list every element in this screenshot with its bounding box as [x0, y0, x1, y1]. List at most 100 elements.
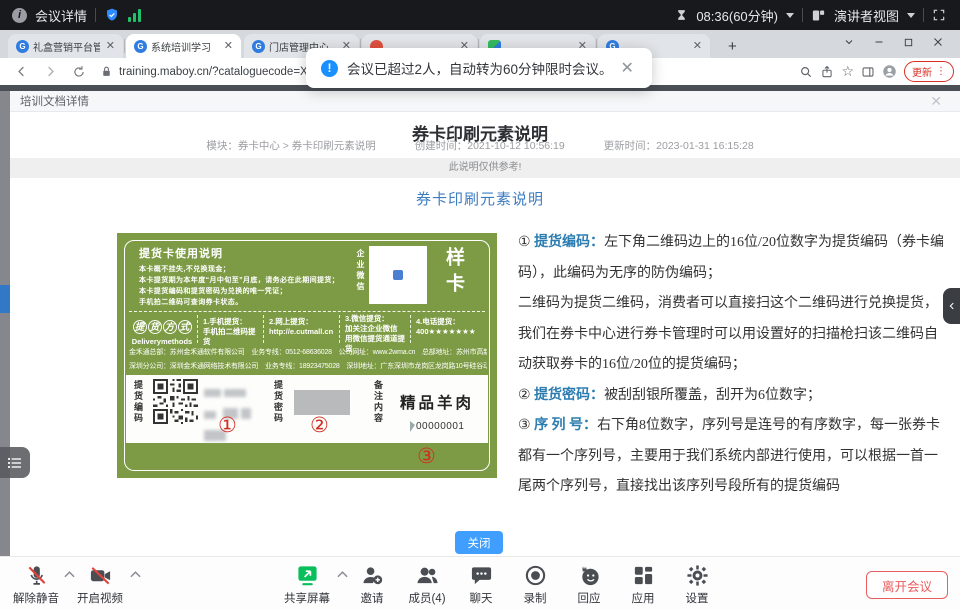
- pickup-qr-code: [153, 379, 198, 424]
- timer-dropdown-icon[interactable]: [786, 13, 794, 18]
- method-separator: [197, 315, 198, 343]
- tab-close-icon[interactable]: ✕: [104, 41, 117, 52]
- tab-favicon: G: [252, 40, 265, 53]
- explanation-text: ① 提货编码：左下角二维码边上的16位/20位数字为提货编码（券卡编码），此编码…: [518, 228, 948, 503]
- close-document-button[interactable]: 关闭: [455, 531, 503, 554]
- card-code-band: 提货编码 ① 提货密码 ② 备注内容 精品羊肉 00000001: [126, 375, 488, 443]
- view-mode-label[interactable]: 演讲者视图: [834, 6, 899, 25]
- pickup-code-label: 提货编码: [132, 380, 145, 424]
- members-icon: [416, 564, 439, 587]
- meeting-timer[interactable]: 08:36(60分钟): [696, 6, 778, 25]
- reaction-smiley-icon: [578, 564, 601, 587]
- note-content-label: 备注内容: [372, 380, 385, 424]
- explain-paragraph-2: 二维码为提货二维码，消费者可以直接扫这个二维码进行兑换提货，我们在券卡中心进行券…: [518, 289, 948, 381]
- tab-close-icon[interactable]: ✕: [691, 41, 704, 52]
- catalog-toggle-button[interactable]: [0, 447, 30, 478]
- tab-favicon: G: [134, 40, 147, 53]
- wechat-qr-code: [369, 246, 427, 304]
- apps-grid-icon: [632, 564, 655, 587]
- video-options-chevron[interactable]: [130, 571, 141, 578]
- back-icon[interactable]: [14, 64, 29, 79]
- tab-close-icon[interactable]: ✕: [222, 41, 235, 52]
- unmute-button[interactable]: 解除静音: [1, 564, 71, 606]
- cursor-icon: [410, 421, 415, 432]
- notification-info-icon: !: [321, 60, 338, 77]
- explain-paragraph-3: ② 提货密码：被刮刮银所覆盖，刮开为6位数字；: [518, 381, 948, 412]
- close-window-icon[interactable]: [932, 36, 944, 48]
- divider: [802, 8, 803, 22]
- chrome-update-button[interactable]: 更新⋮: [904, 61, 954, 82]
- update-dots-icon: ⋮: [936, 66, 946, 77]
- browser-tab-1[interactable]: G 礼盒营销平台管理中心 ✕: [8, 34, 123, 58]
- start-video-button[interactable]: 开启视频: [65, 564, 135, 606]
- window-controls: [843, 36, 944, 48]
- bookmark-star-icon[interactable]: ☆: [841, 63, 854, 80]
- method-2: 2.网上提货：http://e.cutmall.cn: [269, 317, 335, 337]
- shared-page: 培训文档详情 ✕ 券卡印刷元素说明 模块：券卡中心 > 券卡印刷元素说明 创建时…: [0, 91, 960, 556]
- delivery-methods-badge: 提货方式 Deliverymethods: [131, 317, 193, 346]
- panel-close-icon[interactable]: ✕: [930, 94, 942, 108]
- meeting-window: i 会议详情 08:36(60分钟) 演讲者视图 G 礼盒营销平台管理中心 ✕ …: [0, 0, 960, 610]
- explain-paragraph-4: ③ 序 列 号：右下角8位数字，序列号是连号的有序数字，每一张券卡都有一个序列号…: [518, 411, 948, 503]
- side-panel-icon[interactable]: [861, 65, 875, 79]
- meeting-info-icon[interactable]: i: [12, 8, 27, 23]
- marker-1: ①: [218, 415, 237, 436]
- meta-updated: 更新时间：2023-01-31 16:15:28: [604, 140, 754, 152]
- meeting-topbar: i 会议详情 08:36(60分钟) 演讲者视图: [0, 0, 960, 30]
- settings-button[interactable]: 设置: [662, 564, 732, 606]
- leave-meeting-button[interactable]: 离开会议: [866, 571, 948, 599]
- meta-created: 创建时间：2021-10-12 10:56:19: [415, 140, 565, 152]
- fullscreen-icon[interactable]: [932, 8, 946, 22]
- chat-icon: [470, 564, 493, 587]
- scratch-area: [294, 390, 350, 415]
- sample-label: 样卡: [440, 247, 467, 299]
- notification-text: 会议已超过2人，自动转为60分钟限时会议。: [347, 58, 613, 78]
- tab-separator: [124, 39, 125, 53]
- security-shield-icon[interactable]: [104, 7, 120, 23]
- notice-banner: 此说明仅供参考!: [10, 158, 960, 178]
- list-icon: [7, 456, 23, 470]
- share-screen-button[interactable]: 共享屏幕: [272, 564, 342, 606]
- card-usage-line: 本卡概不挂失,不兑换现金；: [139, 264, 230, 274]
- view-dropdown-icon[interactable]: [907, 13, 915, 18]
- share-icon[interactable]: [820, 65, 834, 79]
- document-meta: 模块：券卡中心 > 券卡印刷元素说明 创建时间：2021-10-12 10:56…: [0, 138, 960, 153]
- minimize-icon[interactable]: [873, 36, 885, 48]
- admin-sidebar-active-item: [0, 285, 10, 313]
- network-signal-icon[interactable]: [128, 9, 141, 22]
- marker-2: ②: [310, 415, 329, 436]
- meeting-panel-toggle[interactable]: [943, 288, 960, 324]
- divider: [923, 8, 924, 22]
- maximize-icon[interactable]: [903, 37, 914, 48]
- lock-icon[interactable]: [100, 65, 113, 78]
- chevron-left-icon: [947, 300, 957, 312]
- serial-number: 00000001: [410, 421, 465, 432]
- refresh-icon[interactable]: [72, 65, 86, 79]
- tab-search-chevron-icon[interactable]: [843, 36, 855, 48]
- meeting-toolbar: 解除静音 开启视频 共享屏幕: [0, 556, 960, 610]
- sample-card-image: 提货卡使用说明 本卡概不挂失,不兑换现金； 本卡提货期为本年度“月中旬至”月底，…: [117, 233, 497, 478]
- new-tab-button[interactable]: +: [728, 38, 737, 55]
- hourglass-icon: [675, 8, 688, 22]
- panel-header: 培训文档详情 ✕: [10, 91, 960, 112]
- profile-avatar-icon[interactable]: [882, 64, 897, 79]
- wechat-label: 企业微信: [355, 249, 366, 293]
- browser-tab-2-active[interactable]: G 系统培训学习 ✕: [126, 34, 241, 58]
- notification-close-icon[interactable]: ✕: [621, 58, 634, 78]
- method-separator: [410, 315, 411, 343]
- pickup-password-label: 提货密码: [272, 380, 285, 424]
- card-usage-line: 本卡提货期为本年度“月中旬至”月底，请务必在此期间提货；: [139, 275, 339, 285]
- admin-sidebar-sliver: [0, 91, 10, 556]
- card-footer-line2: 深圳分公司：深圳金禾通网络技术有限公司 业务专线：18923475028 深圳地…: [129, 361, 487, 371]
- forward-icon[interactable]: [43, 64, 58, 79]
- marker-3: ③: [417, 446, 436, 467]
- layout-view-icon: [811, 8, 826, 23]
- card-usage-line: 本卡提货编码和提货密码为兑换的唯一凭证；: [139, 286, 287, 296]
- meeting-detail-label[interactable]: 会议详情: [35, 6, 87, 25]
- method-separator: [339, 315, 340, 343]
- tab-favicon: G: [16, 40, 29, 53]
- camera-off-icon: [89, 564, 112, 587]
- zoom-icon[interactable]: [799, 65, 813, 79]
- settings-gear-icon: [686, 564, 709, 587]
- meeting-notification: ! 会议已超过2人，自动转为60分钟限时会议。 ✕: [306, 48, 652, 88]
